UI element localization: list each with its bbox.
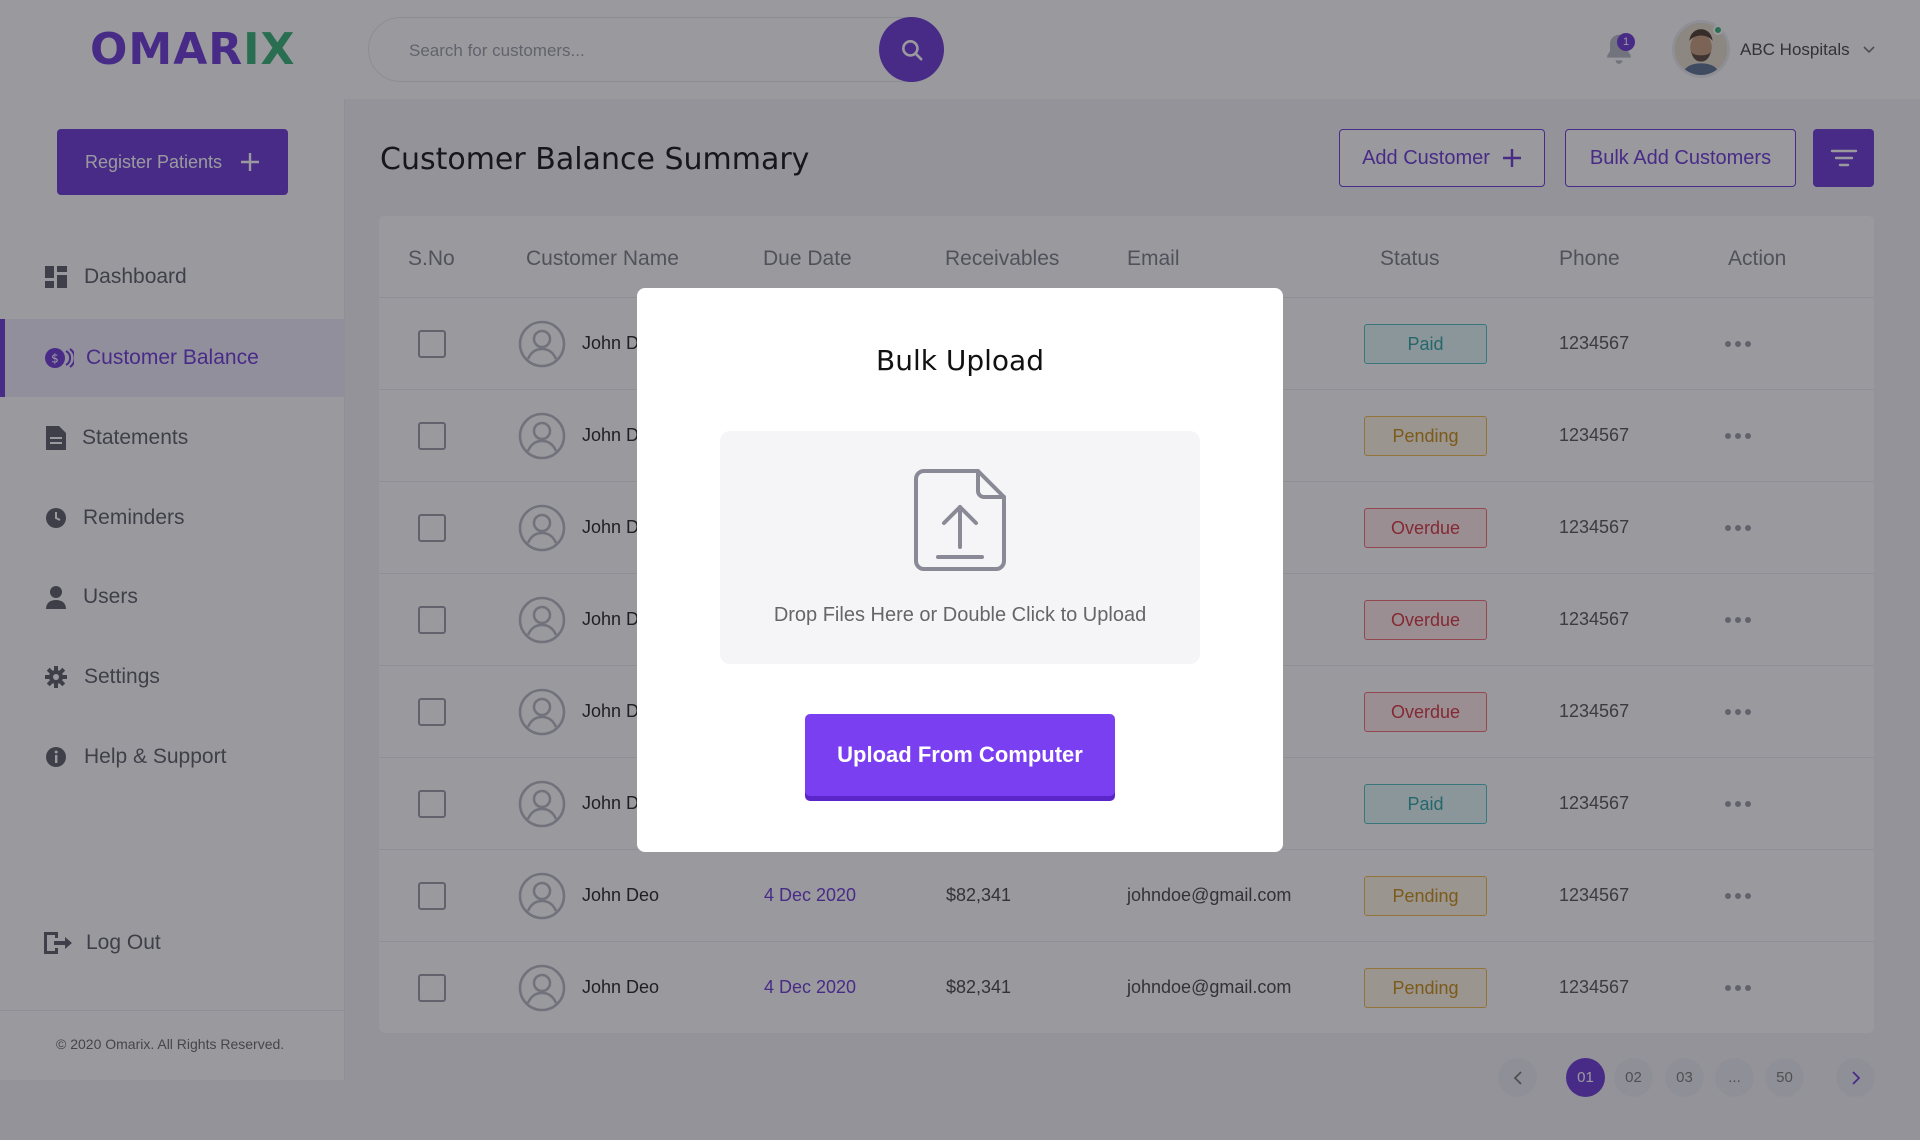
modal-title: Bulk Upload: [876, 344, 1044, 377]
bulk-upload-modal: Bulk Upload Drop Files Here or Double Cl…: [637, 288, 1283, 852]
upload-from-computer-button[interactable]: Upload From Computer: [805, 714, 1115, 796]
dropzone-text: Drop Files Here or Double Click to Uploa…: [773, 604, 1147, 626]
file-upload-icon: [914, 469, 1006, 571]
file-dropzone[interactable]: Drop Files Here or Double Click to Uploa…: [720, 431, 1200, 664]
